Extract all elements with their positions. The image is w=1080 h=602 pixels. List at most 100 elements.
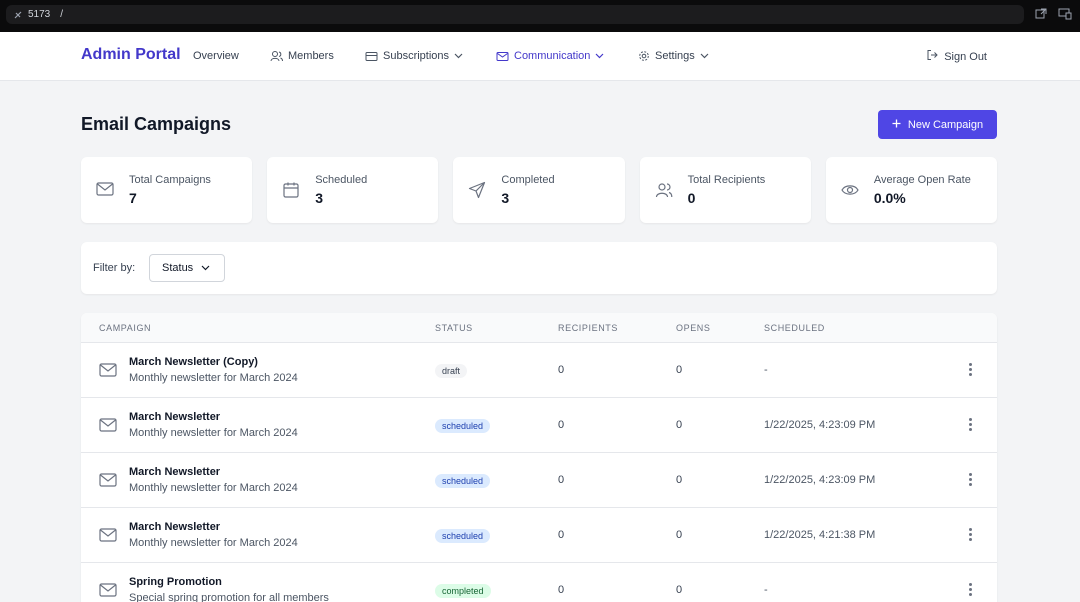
campaign-name[interactable]: March Newsletter [129, 466, 220, 478]
nav-members-label: Members [288, 50, 334, 62]
stat-card-total-campaigns: Total Campaigns 7 [81, 157, 253, 223]
status-filter-select[interactable]: Status [149, 254, 225, 282]
more-options-icon[interactable] [963, 415, 977, 433]
nav-communication-label: Communication [514, 50, 591, 62]
mail-icon [99, 417, 117, 433]
recipients-count: 0 [558, 419, 565, 431]
nav-members[interactable]: Members [270, 50, 334, 62]
table-row[interactable]: March Newsletter Monthly newsletter for … [81, 398, 997, 453]
gear-icon [638, 50, 650, 62]
stat-card-scheduled: Scheduled 3 [267, 157, 439, 223]
brand-logo[interactable]: Admin Portal [81, 46, 181, 64]
table-row[interactable]: March Newsletter Monthly newsletter for … [81, 508, 997, 563]
chevron-down-icon [201, 262, 210, 274]
table-row[interactable]: March Newsletter Monthly newsletter for … [81, 453, 997, 508]
scheduled-time: 1/22/2025, 4:23:09 PM [764, 419, 876, 431]
status-badge: completed [435, 584, 491, 598]
stat-card-total-recipients: Total Recipients 0 [639, 157, 811, 223]
url-port: 5173 [28, 9, 51, 20]
nav-overview[interactable]: Overview [193, 50, 239, 62]
nav-communication[interactable]: Communication [496, 50, 604, 62]
more-options-icon[interactable] [963, 580, 977, 598]
table-row[interactable]: March Newsletter (Copy) Monthly newslett… [81, 343, 997, 398]
recipients-count: 0 [558, 584, 565, 596]
campaign-description: Monthly newsletter for March 2024 [129, 427, 298, 439]
campaign-description: Monthly newsletter for March 2024 [129, 537, 298, 549]
campaign-name[interactable]: March Newsletter (Copy) [129, 356, 258, 368]
new-campaign-button[interactable]: New Campaign [878, 110, 997, 139]
column-header: RECIPIENTS [558, 323, 619, 333]
connection-icon [12, 9, 24, 21]
opens-count: 0 [676, 584, 683, 596]
sign-out-button[interactable]: Sign Out [926, 49, 987, 64]
stat-label: Average Open Rate [873, 174, 971, 186]
stat-card-open-rate: Average Open Rate 0.0% [825, 157, 998, 223]
filter-label: Filter by: [93, 262, 136, 274]
nav-subscriptions[interactable]: Subscriptions [365, 50, 463, 62]
stat-value: 0 [687, 190, 696, 206]
more-options-icon[interactable] [963, 360, 977, 378]
campaign-name[interactable]: March Newsletter [129, 521, 220, 533]
recipients-count: 0 [558, 529, 565, 541]
address-bar[interactable]: 5173 / [6, 5, 1024, 24]
column-header: STATUS [435, 323, 473, 333]
chevron-down-icon [454, 53, 463, 59]
filter-bar: Filter by: Status [81, 242, 997, 294]
mail-icon [99, 582, 117, 598]
nav-settings-label: Settings [655, 50, 695, 62]
scheduled-time: - [764, 584, 768, 596]
chevron-down-icon [595, 53, 604, 59]
more-options-icon[interactable] [963, 470, 977, 488]
more-options-icon[interactable] [963, 525, 977, 543]
column-header: OPENS [676, 323, 711, 333]
status-filter-value: Status [162, 262, 194, 274]
stat-value: 7 [129, 190, 137, 206]
stat-label: Completed [501, 174, 555, 186]
campaign-description: Special spring promotion for all members [129, 592, 329, 602]
status-badge: scheduled [435, 529, 491, 543]
plus-icon [892, 119, 901, 131]
sign-out-label: Sign Out [944, 50, 987, 63]
campaign-description: Monthly newsletter for March 2024 [129, 482, 298, 494]
page-title: Email Campaigns [81, 114, 232, 134]
card-icon [365, 51, 378, 62]
status-badge: draft [435, 364, 468, 378]
stat-label: Scheduled [315, 174, 368, 186]
users-icon [655, 181, 673, 199]
stat-label: Total Recipients [687, 174, 766, 186]
mail-icon [99, 527, 117, 543]
campaigns-table: CAMPAIGN STATUS RECIPIENTS OPENS SCHEDUL… [81, 313, 997, 602]
status-badge: scheduled [435, 474, 491, 488]
stat-card-completed: Completed 3 [453, 157, 625, 223]
mail-icon [99, 362, 117, 378]
devices-icon[interactable] [1058, 7, 1072, 21]
scheduled-time: 1/22/2025, 4:21:38 PM [764, 529, 876, 541]
recipients-count: 0 [558, 474, 565, 486]
chevron-down-icon [700, 53, 709, 59]
column-header: SCHEDULED [764, 323, 825, 333]
nav-settings[interactable]: Settings [638, 50, 709, 62]
recipients-count: 0 [558, 364, 565, 376]
open-external-icon[interactable] [1034, 7, 1048, 21]
stat-value: 3 [315, 190, 323, 206]
mail-icon [99, 472, 117, 488]
column-header: CAMPAIGN [99, 323, 152, 333]
logout-icon [926, 49, 938, 64]
table-row[interactable]: Spring Promotion Special spring promotio… [81, 563, 997, 602]
opens-count: 0 [676, 419, 683, 431]
nav-overview-label: Overview [193, 50, 239, 62]
eye-icon [841, 181, 859, 199]
mail-icon [496, 51, 509, 62]
campaign-name[interactable]: Spring Promotion [129, 576, 222, 588]
stats-row: Total Campaigns 7 Scheduled 3 Completed … [81, 157, 998, 223]
new-campaign-label: New Campaign [907, 118, 984, 131]
status-badge: scheduled [435, 419, 491, 433]
campaign-name[interactable]: March Newsletter [129, 411, 220, 423]
scheduled-time: - [764, 364, 768, 376]
opens-count: 0 [676, 529, 683, 541]
stat-label: Total Campaigns [129, 174, 211, 186]
calendar-icon [282, 181, 300, 199]
users-icon [270, 50, 283, 62]
scheduled-time: 1/22/2025, 4:23:09 PM [764, 474, 876, 486]
nav-subscriptions-label: Subscriptions [383, 50, 450, 62]
